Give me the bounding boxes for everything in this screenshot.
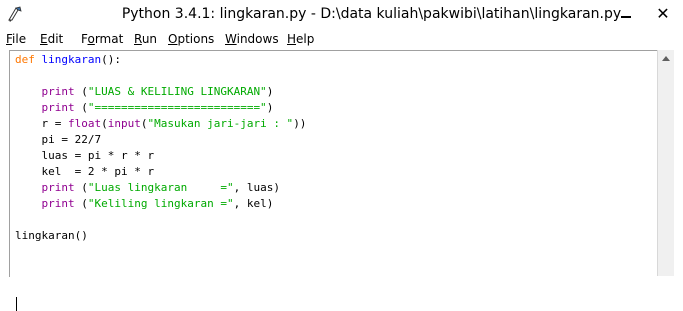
menu-windows[interactable]: Windows [225, 32, 279, 46]
menu-format[interactable]: Format [81, 32, 123, 46]
code-line[interactable]: lingkaran() [15, 229, 88, 242]
code-line[interactable]: kel = 2 * pi * r [15, 165, 154, 178]
close-icon: ✕ [656, 4, 670, 23]
close-button[interactable]: ✕ [645, 4, 681, 24]
menu-file[interactable]: File [6, 32, 26, 46]
text-cursor [16, 297, 17, 311]
code-line[interactable]: print ("Luas lingkaran =", luas) [15, 181, 280, 194]
code-line[interactable]: def lingkaran(): [15, 53, 121, 66]
code-line[interactable]: print ("Keliling lingkaran =", kel) [15, 197, 274, 210]
menu-bar: File Edit Format Run Options Windows Hel… [0, 30, 683, 49]
window-border [674, 30, 683, 276]
menu-help[interactable]: Help [287, 32, 314, 46]
code-line[interactable]: luas = pi * r * r [15, 149, 154, 162]
code-editor[interactable]: def lingkaran(): print ("LUAS & KELILING… [9, 50, 657, 311]
title-bar[interactable]: Python 3.4.1: lingkaran.py - D:\data kul… [0, 0, 683, 30]
code-text[interactable]: def lingkaran(): print ("LUAS & KELILING… [15, 52, 306, 244]
menu-options[interactable]: Options [168, 32, 214, 46]
menu-run[interactable]: Run [134, 32, 157, 46]
code-line[interactable]: print ("=========================") [15, 101, 274, 114]
scroll-up-arrow-icon[interactable] [658, 50, 675, 67]
minimize-button[interactable] [613, 4, 639, 24]
code-line[interactable]: print ("LUAS & KELILING LINGKARAN") [15, 85, 274, 98]
code-line[interactable]: pi = 22/7 [15, 133, 101, 146]
code-line[interactable]: r = float(input("Masukan jari-jari : ")) [15, 117, 306, 130]
window-title: Python 3.4.1: lingkaran.py - D:\data kul… [121, 6, 622, 22]
menu-edit[interactable]: Edit [40, 32, 63, 46]
vertical-scrollbar[interactable] [657, 50, 675, 276]
